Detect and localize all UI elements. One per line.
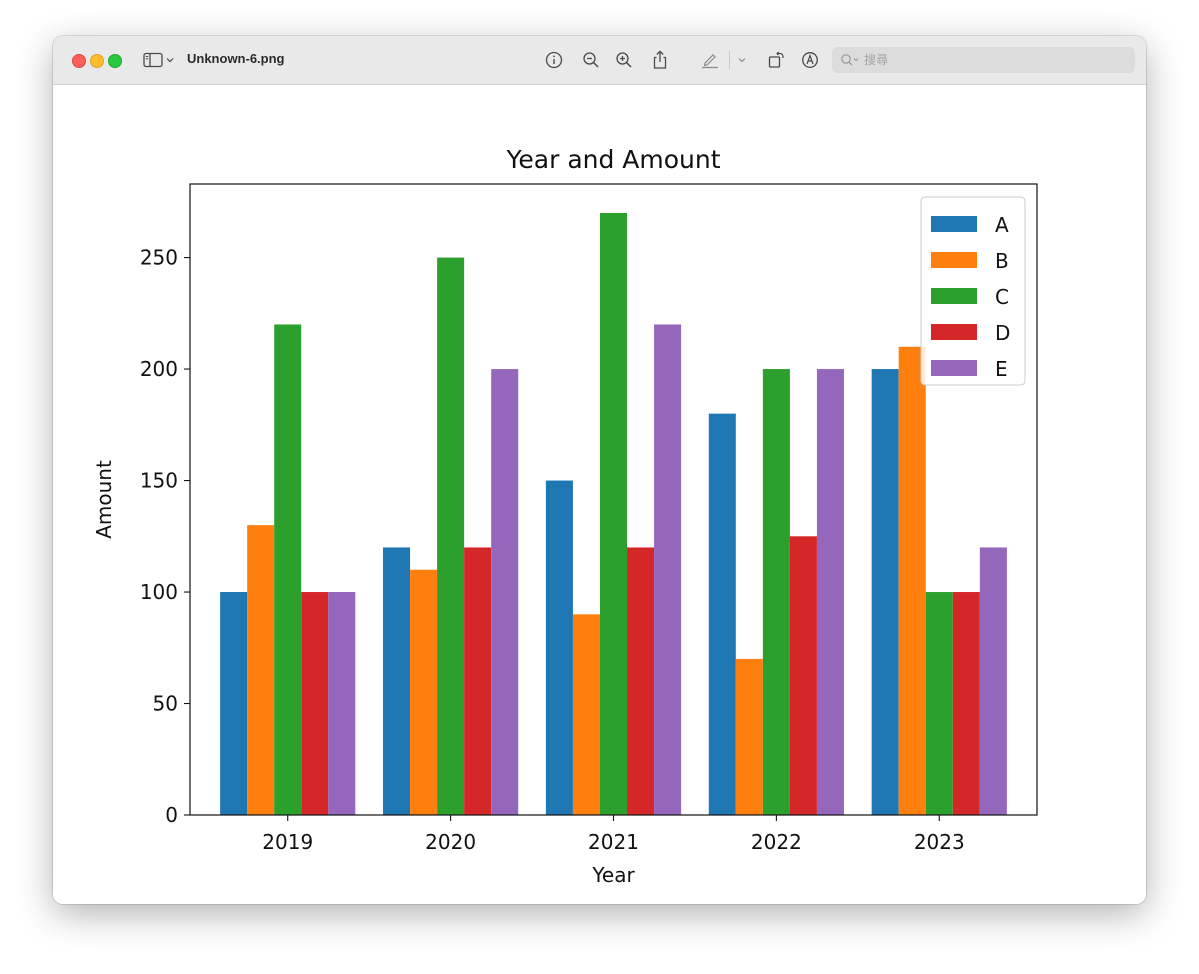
y-tick-label: 0 — [165, 803, 178, 827]
search-input[interactable] — [864, 50, 1124, 70]
annotate-button[interactable] — [800, 49, 820, 71]
bar-A-2021 — [545, 480, 573, 815]
legend-label-C: C — [995, 285, 1009, 309]
legend-swatch-C — [931, 288, 977, 304]
search-field[interactable] — [832, 47, 1135, 73]
pen-icon — [700, 51, 720, 69]
close-window-button[interactable] — [72, 54, 86, 68]
bar-B-2022 — [735, 658, 763, 815]
sidebar-icon — [143, 52, 163, 68]
y-tick-label: 50 — [153, 692, 178, 716]
bar-D-2020 — [464, 547, 492, 815]
minimize-window-button[interactable] — [90, 54, 104, 68]
zoom-window-button[interactable] — [108, 54, 122, 68]
share-icon — [651, 50, 669, 70]
search-icon — [840, 52, 860, 71]
preview-window: Unknown-6.png 搜尋 0 50 100 150 200 250 20… — [53, 36, 1146, 904]
markup-circle-icon — [801, 51, 819, 69]
legend-swatch-A — [931, 216, 977, 232]
x-tick-label: 2023 — [914, 830, 965, 854]
x-tick-label: 2022 — [751, 830, 802, 854]
legend-swatch-D — [931, 324, 977, 340]
title-bar: Unknown-6.png — [53, 36, 1146, 85]
chart-title: Year and Amount — [505, 145, 720, 174]
legend-swatch-E — [931, 360, 977, 376]
y-tick-label: 100 — [140, 580, 178, 604]
bar-A-2019 — [220, 592, 248, 815]
bar-B-2021 — [572, 614, 600, 815]
sidebar-toggle-button[interactable] — [143, 49, 174, 71]
x-tick-label: 2019 — [262, 830, 313, 854]
bar-E-2022 — [816, 369, 844, 815]
chevron-down-icon — [166, 57, 174, 63]
chevron-down-icon — [738, 57, 746, 63]
zoom-in-button[interactable] — [614, 49, 634, 71]
bar-E-2020 — [491, 369, 519, 815]
rotate-icon — [767, 51, 785, 69]
zoom-out-button[interactable] — [581, 49, 601, 71]
bar-D-2019 — [301, 592, 329, 815]
x-axis-label: Year — [591, 863, 635, 887]
x-tick-label: 2021 — [588, 830, 639, 854]
bar-B-2019 — [247, 525, 275, 815]
bar-A-2022 — [708, 413, 736, 815]
markup-menu-button[interactable] — [736, 49, 748, 71]
bar-C-2022 — [762, 369, 790, 815]
window-title: Unknown-6.png — [187, 51, 285, 66]
legend-swatch-B — [931, 252, 977, 268]
bar-C-2020 — [437, 257, 465, 815]
bar-A-2020 — [383, 547, 411, 815]
bar-D-2022 — [789, 536, 817, 815]
markup-button[interactable] — [699, 49, 721, 71]
bar-B-2023 — [898, 346, 926, 815]
bar-D-2023 — [952, 592, 980, 815]
info-button[interactable] — [544, 49, 564, 71]
rotate-button[interactable] — [766, 49, 786, 71]
bar-B-2020 — [410, 569, 438, 815]
legend-label-A: A — [995, 213, 1009, 237]
toolbar-divider — [729, 51, 730, 69]
bar-E-2019 — [328, 592, 356, 815]
y-tick-label: 150 — [140, 469, 178, 493]
y-axis-label: Amount — [92, 460, 116, 539]
bar-C-2023 — [925, 592, 953, 815]
x-tick-label: 2020 — [425, 830, 476, 854]
zoom-in-icon — [615, 51, 633, 69]
bar-A-2023 — [871, 369, 899, 815]
legend-label-E: E — [995, 357, 1008, 381]
info-icon — [545, 51, 563, 69]
bar-C-2021 — [599, 212, 628, 815]
bar-D-2021 — [627, 547, 655, 815]
bar-chart: 0 50 100 150 200 250 2019 2020 2021 2022 2023 Year … — [92, 145, 1038, 887]
legend-label-D: D — [995, 321, 1010, 345]
bar-E-2021 — [654, 324, 682, 815]
legend-label-B: B — [995, 249, 1009, 273]
bar-C-2019 — [274, 324, 302, 815]
bar-E-2023 — [979, 547, 1007, 815]
y-tick-label: 200 — [140, 357, 178, 381]
share-button[interactable] — [650, 49, 670, 71]
zoom-out-icon — [582, 51, 600, 69]
image-canvas: 0 50 100 150 200 250 2019 2020 2021 2022 2023 Year … — [53, 85, 1146, 904]
y-tick-label: 250 — [140, 246, 178, 270]
